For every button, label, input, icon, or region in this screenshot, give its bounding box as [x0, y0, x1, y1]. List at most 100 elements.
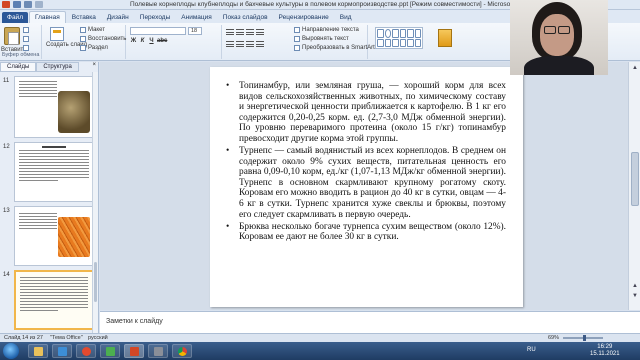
shape-oval-icon[interactable]: [384, 29, 391, 38]
browser-taskbar-button[interactable]: [76, 344, 96, 358]
shape-arrow-icon[interactable]: [399, 29, 406, 38]
slide-thumbnail-13[interactable]: [14, 206, 94, 266]
scrollbar-thumb[interactable]: [94, 262, 97, 302]
shape-more-icon[interactable]: [414, 38, 421, 47]
slide-thumbnail-12[interactable]: [14, 142, 94, 202]
shape-callout-icon[interactable]: [377, 38, 384, 47]
slide-counter: Слайд 14 из 27: [4, 335, 43, 341]
increase-indent-icon[interactable]: [256, 29, 264, 35]
folder-icon: [34, 347, 43, 356]
clock-date: 15.11.2021: [590, 351, 620, 357]
shape-rectangle-icon[interactable]: [377, 29, 384, 38]
numbering-icon[interactable]: [236, 29, 244, 35]
shape-triangle-icon[interactable]: [407, 29, 414, 38]
app-taskbar-button[interactable]: [100, 344, 120, 358]
scroll-up-icon[interactable]: ▲: [631, 64, 639, 72]
bullets-icon[interactable]: [226, 29, 234, 35]
reset-button[interactable]: Восстановить: [80, 36, 126, 42]
zoom-slider[interactable]: [563, 335, 603, 341]
tab-view[interactable]: Вид: [335, 12, 357, 23]
align-center-icon[interactable]: [236, 41, 244, 47]
shape-cube-icon[interactable]: [399, 38, 406, 47]
justify-icon[interactable]: [256, 41, 264, 47]
close-pane-icon[interactable]: ×: [89, 62, 99, 72]
tab-file[interactable]: Файл: [2, 12, 28, 23]
slides-group: Создать слайд Макет Восстановить Раздел: [42, 25, 126, 59]
tab-animation[interactable]: Анимация: [176, 12, 217, 23]
font-format-buttons: Ж К Ч abc: [130, 38, 168, 44]
powerpoint-taskbar-button[interactable]: [124, 344, 144, 358]
slide-thumbnail-14[interactable]: [14, 270, 94, 330]
shape-brace-icon[interactable]: [384, 38, 391, 47]
align-right-icon[interactable]: [246, 41, 254, 47]
tab-slides[interactable]: Слайды: [0, 62, 37, 72]
quick-access-toolbar: [2, 1, 43, 8]
language-indicator[interactable]: русский: [88, 335, 108, 341]
cut-button[interactable]: [23, 27, 29, 33]
font-name-select[interactable]: [130, 27, 186, 35]
current-slide[interactable]: Топинамбур, или земляная груша, — хороши…: [210, 67, 523, 307]
align-left-icon[interactable]: [226, 41, 234, 47]
chrome-taskbar-button[interactable]: [172, 344, 192, 358]
previous-slide-icon[interactable]: ▲: [631, 282, 639, 290]
paste-icon[interactable]: [4, 27, 20, 45]
copy-button[interactable]: [23, 36, 29, 42]
shapes-gallery[interactable]: [375, 27, 423, 49]
redo-icon[interactable]: [35, 1, 43, 8]
italic-button[interactable]: К: [139, 38, 146, 44]
shape-textbox-icon[interactable]: [392, 38, 399, 47]
section-button[interactable]: Раздел: [80, 45, 108, 51]
scrollbar-thumb[interactable]: [631, 152, 639, 206]
tab-transitions[interactable]: Переходы: [135, 12, 176, 23]
tab-insert[interactable]: Вставка: [67, 12, 101, 23]
layout-icon: [80, 27, 86, 33]
smartart-button[interactable]: Преобразовать в SmartArt: [294, 45, 375, 51]
strikethrough-button[interactable]: abc: [157, 38, 167, 44]
notes-pane[interactable]: Заметки к слайду: [100, 311, 640, 333]
system-clock[interactable]: 16:29 15.11.2021: [590, 344, 620, 358]
font-size-select[interactable]: 18: [188, 27, 202, 35]
new-slide-icon[interactable]: [50, 27, 64, 41]
align-text-icon: [294, 36, 300, 42]
layout-button[interactable]: Макет: [80, 27, 105, 33]
text-direction-button[interactable]: Направление текста: [294, 27, 359, 33]
tab-review[interactable]: Рецензирование: [274, 12, 334, 23]
align-buttons: [226, 41, 264, 47]
shape-heart-icon[interactable]: [407, 38, 414, 47]
bullet-rutabaga[interactable]: Брюква несколько богаче турнепса сухим в…: [226, 222, 506, 243]
decrease-indent-icon[interactable]: [246, 29, 254, 35]
media-taskbar-button[interactable]: [52, 344, 72, 358]
shape-line-icon[interactable]: [392, 29, 399, 38]
thumbnail-number: 14: [3, 272, 10, 278]
slide-text-body[interactable]: Топинамбур, или земляная груша, — хороши…: [226, 81, 506, 244]
slide-scrollbar[interactable]: ▲ ▲ ▼: [628, 62, 640, 310]
webcam-overlay: [510, 0, 608, 75]
explorer-taskbar-button[interactable]: [28, 344, 48, 358]
start-button[interactable]: [3, 343, 19, 359]
underline-button[interactable]: Ч: [148, 38, 155, 44]
text-direction-icon: [294, 27, 300, 33]
tab-design[interactable]: Дизайн: [102, 12, 134, 23]
thumbnail-number: 11: [3, 78, 10, 84]
quick-styles-button[interactable]: [438, 29, 452, 47]
undo-icon[interactable]: [24, 1, 32, 8]
carrots-image: [58, 217, 90, 257]
bullet-turnips[interactable]: Турнепс — самый водянистый из всех корне…: [226, 146, 506, 220]
keyboard-language[interactable]: RU: [527, 347, 536, 353]
slide-thumbnail-11[interactable]: [14, 76, 94, 138]
thumbnails-scrollbar[interactable]: [92, 72, 98, 333]
tab-home[interactable]: Главная: [28, 11, 66, 23]
align-text-button[interactable]: Выровнять текст: [294, 36, 349, 42]
tab-outline[interactable]: Структура: [36, 62, 79, 72]
section-icon: [80, 45, 86, 51]
format-painter-button[interactable]: [23, 45, 29, 51]
bold-button[interactable]: Ж: [130, 38, 137, 44]
shape-star-icon[interactable]: [414, 29, 421, 38]
tab-slide-show[interactable]: Показ слайдов: [218, 12, 273, 23]
bullet-topinambur[interactable]: Топинамбур, или земляная груша, — хороши…: [226, 81, 506, 145]
next-slide-icon[interactable]: ▼: [631, 292, 639, 300]
zoom-level[interactable]: 69%: [548, 335, 559, 341]
theme-name: "Тема Office": [50, 335, 83, 341]
save-icon[interactable]: [13, 1, 21, 8]
camera-taskbar-button[interactable]: [148, 344, 168, 358]
